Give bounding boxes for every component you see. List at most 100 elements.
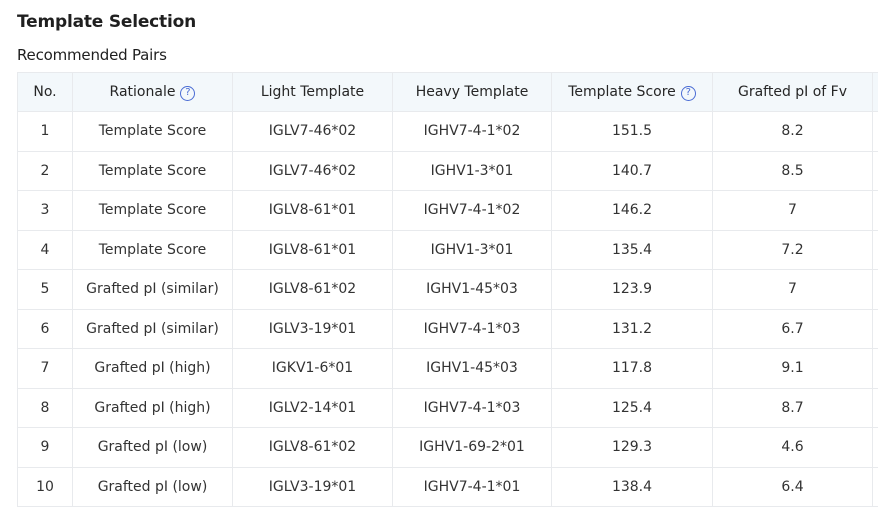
- cell-overflow: [872, 348, 878, 389]
- cell-no: 6: [17, 309, 73, 349]
- cell-light-template: IGLV7-46*02: [232, 111, 393, 152]
- cell-no: 3: [17, 190, 73, 231]
- cell-rationale: Grafted pI (low): [72, 467, 233, 507]
- cell-no: 5: [17, 269, 73, 310]
- header-template-score: Template Score?: [551, 72, 713, 112]
- recommended-pairs-table: No. Rationale? Light Template Heavy Temp…: [17, 72, 878, 507]
- header-heavy-template-label: Heavy Template: [415, 84, 529, 100]
- cell-light-template: IGLV8-61*01: [232, 230, 393, 270]
- cell-overflow: [872, 230, 878, 270]
- cell-grafted-pi: 7: [712, 190, 873, 231]
- cell-heavy-template: IGHV1-3*01: [392, 151, 552, 191]
- cell-heavy-template: IGHV7-4-1*02: [392, 111, 552, 152]
- cell-grafted-pi: 8.5: [712, 151, 873, 191]
- cell-grafted-pi: 6.4: [712, 467, 873, 507]
- cell-rationale: Grafted pI (similar): [72, 309, 233, 349]
- cell-rationale: Grafted pI (similar): [72, 269, 233, 310]
- header-no-label: No.: [33, 84, 57, 100]
- rationale-help-icon[interactable]: ?: [180, 85, 196, 101]
- cell-template-score: 151.5: [551, 111, 713, 152]
- table-row[interactable]: 2 Template Score IGLV7-46*02 IGHV1-3*01 140.…: [17, 151, 878, 191]
- cell-heavy-template: IGHV1-69-2*01: [392, 427, 552, 468]
- cell-overflow: [872, 190, 878, 231]
- cell-grafted-pi: 7.2: [712, 230, 873, 270]
- page-title: Template Selection: [17, 12, 196, 32]
- template-score-help-icon[interactable]: ?: [680, 85, 696, 101]
- template-selection-page: Template Selection Recommended Pairs No.…: [0, 0, 878, 507]
- cell-grafted-pi: 6.7: [712, 309, 873, 349]
- cell-no: 1: [17, 111, 73, 152]
- cell-template-score: 129.3: [551, 427, 713, 468]
- header-grafted-pi-label: Grafted pI of Fv: [737, 84, 848, 100]
- cell-light-template: IGLV8-61*01: [232, 190, 393, 231]
- cell-rationale: Template Score: [72, 190, 233, 231]
- cell-heavy-template: IGHV1-45*03: [392, 269, 552, 310]
- table-row[interactable]: 9 Grafted pI (low) IGLV8-61*02 IGHV1-69-2*0…: [17, 427, 878, 468]
- cell-template-score: 140.7: [551, 151, 713, 191]
- header-heavy-template: Heavy Template: [392, 72, 552, 112]
- cell-overflow: [872, 111, 878, 152]
- cell-no: 4: [17, 230, 73, 270]
- cell-heavy-template: IGHV1-3*01: [392, 230, 552, 270]
- cell-rationale: Grafted pI (high): [72, 388, 233, 428]
- cell-heavy-template: IGHV7-4-1*01: [392, 467, 552, 507]
- table-header-row: No. Rationale? Light Template Heavy Temp…: [17, 72, 878, 112]
- cell-grafted-pi: 9.1: [712, 348, 873, 389]
- cell-light-template: IGLV3-19*01: [232, 309, 393, 349]
- cell-rationale: Grafted pI (low): [72, 427, 233, 468]
- cell-rationale: Grafted pI (high): [72, 348, 233, 389]
- header-grafted-pi: Grafted pI of Fv: [712, 72, 873, 112]
- header-rationale: Rationale?: [72, 72, 233, 112]
- cell-rationale: Template Score: [72, 230, 233, 270]
- table-row[interactable]: 5 Grafted pI (similar) IGLV8-61*02 IGHV1-45…: [17, 269, 878, 310]
- table-row[interactable]: 4 Template Score IGLV8-61*01 IGHV1-3*01 135.…: [17, 230, 878, 270]
- table-row[interactable]: 3 Template Score IGLV8-61*01 IGHV7-4-1*02 14…: [17, 190, 878, 231]
- cell-grafted-pi: 8.2: [712, 111, 873, 152]
- cell-no: 7: [17, 348, 73, 389]
- cell-template-score: 125.4: [551, 388, 713, 428]
- table-row[interactable]: 7 Grafted pI (high) IGKV1-6*01 IGHV1-45*03 1…: [17, 348, 878, 389]
- cell-overflow: [872, 269, 878, 310]
- header-overflow-column: [872, 72, 878, 112]
- cell-overflow: [872, 388, 878, 428]
- table-body: 1 Template Score IGLV7-46*02 IGHV7-4-1*02 15…: [17, 111, 878, 507]
- header-light-template-label: Light Template: [260, 84, 365, 100]
- cell-overflow: [872, 427, 878, 468]
- cell-template-score: 146.2: [551, 190, 713, 231]
- cell-overflow: [872, 467, 878, 507]
- header-light-template: Light Template: [232, 72, 393, 112]
- table-row[interactable]: 10 Grafted pI (low) IGLV3-19*01 IGHV7-4-1*0…: [17, 467, 878, 507]
- cell-template-score: 135.4: [551, 230, 713, 270]
- table-row[interactable]: 8 Grafted pI (high) IGLV2-14*01 IGHV7-4-1*0…: [17, 388, 878, 428]
- cell-grafted-pi: 8.7: [712, 388, 873, 428]
- section-title: Recommended Pairs: [17, 46, 167, 64]
- cell-no: 9: [17, 427, 73, 468]
- cell-heavy-template: IGHV7-4-1*03: [392, 388, 552, 428]
- cell-template-score: 138.4: [551, 467, 713, 507]
- cell-overflow: [872, 309, 878, 349]
- cell-overflow: [872, 151, 878, 191]
- cell-template-score: 117.8: [551, 348, 713, 389]
- cell-no: 10: [17, 467, 73, 507]
- cell-light-template: IGLV2-14*01: [232, 388, 393, 428]
- cell-heavy-template: IGHV1-45*03: [392, 348, 552, 389]
- header-no: No.: [17, 72, 73, 112]
- cell-light-template: IGKV1-6*01: [232, 348, 393, 389]
- table-row[interactable]: 1 Template Score IGLV7-46*02 IGHV7-4-1*02 15…: [17, 111, 878, 152]
- cell-template-score: 123.9: [551, 269, 713, 310]
- cell-rationale: Template Score: [72, 151, 233, 191]
- cell-no: 2: [17, 151, 73, 191]
- cell-grafted-pi: 4.6: [712, 427, 873, 468]
- cell-light-template: IGLV3-19*01: [232, 467, 393, 507]
- cell-heavy-template: IGHV7-4-1*02: [392, 190, 552, 231]
- recommended-pairs-table-container[interactable]: No. Rationale? Light Template Heavy Temp…: [17, 72, 878, 507]
- header-template-score-label: Template Score: [568, 83, 676, 100]
- cell-template-score: 131.2: [551, 309, 713, 349]
- header-rationale-label: Rationale: [109, 83, 176, 100]
- table-row[interactable]: 6 Grafted pI (similar) IGLV3-19*01 IGHV7-4-…: [17, 309, 878, 349]
- cell-grafted-pi: 7: [712, 269, 873, 310]
- cell-light-template: IGLV8-61*02: [232, 269, 393, 310]
- cell-rationale: Template Score: [72, 111, 233, 152]
- cell-light-template: IGLV8-61*02: [232, 427, 393, 468]
- cell-light-template: IGLV7-46*02: [232, 151, 393, 191]
